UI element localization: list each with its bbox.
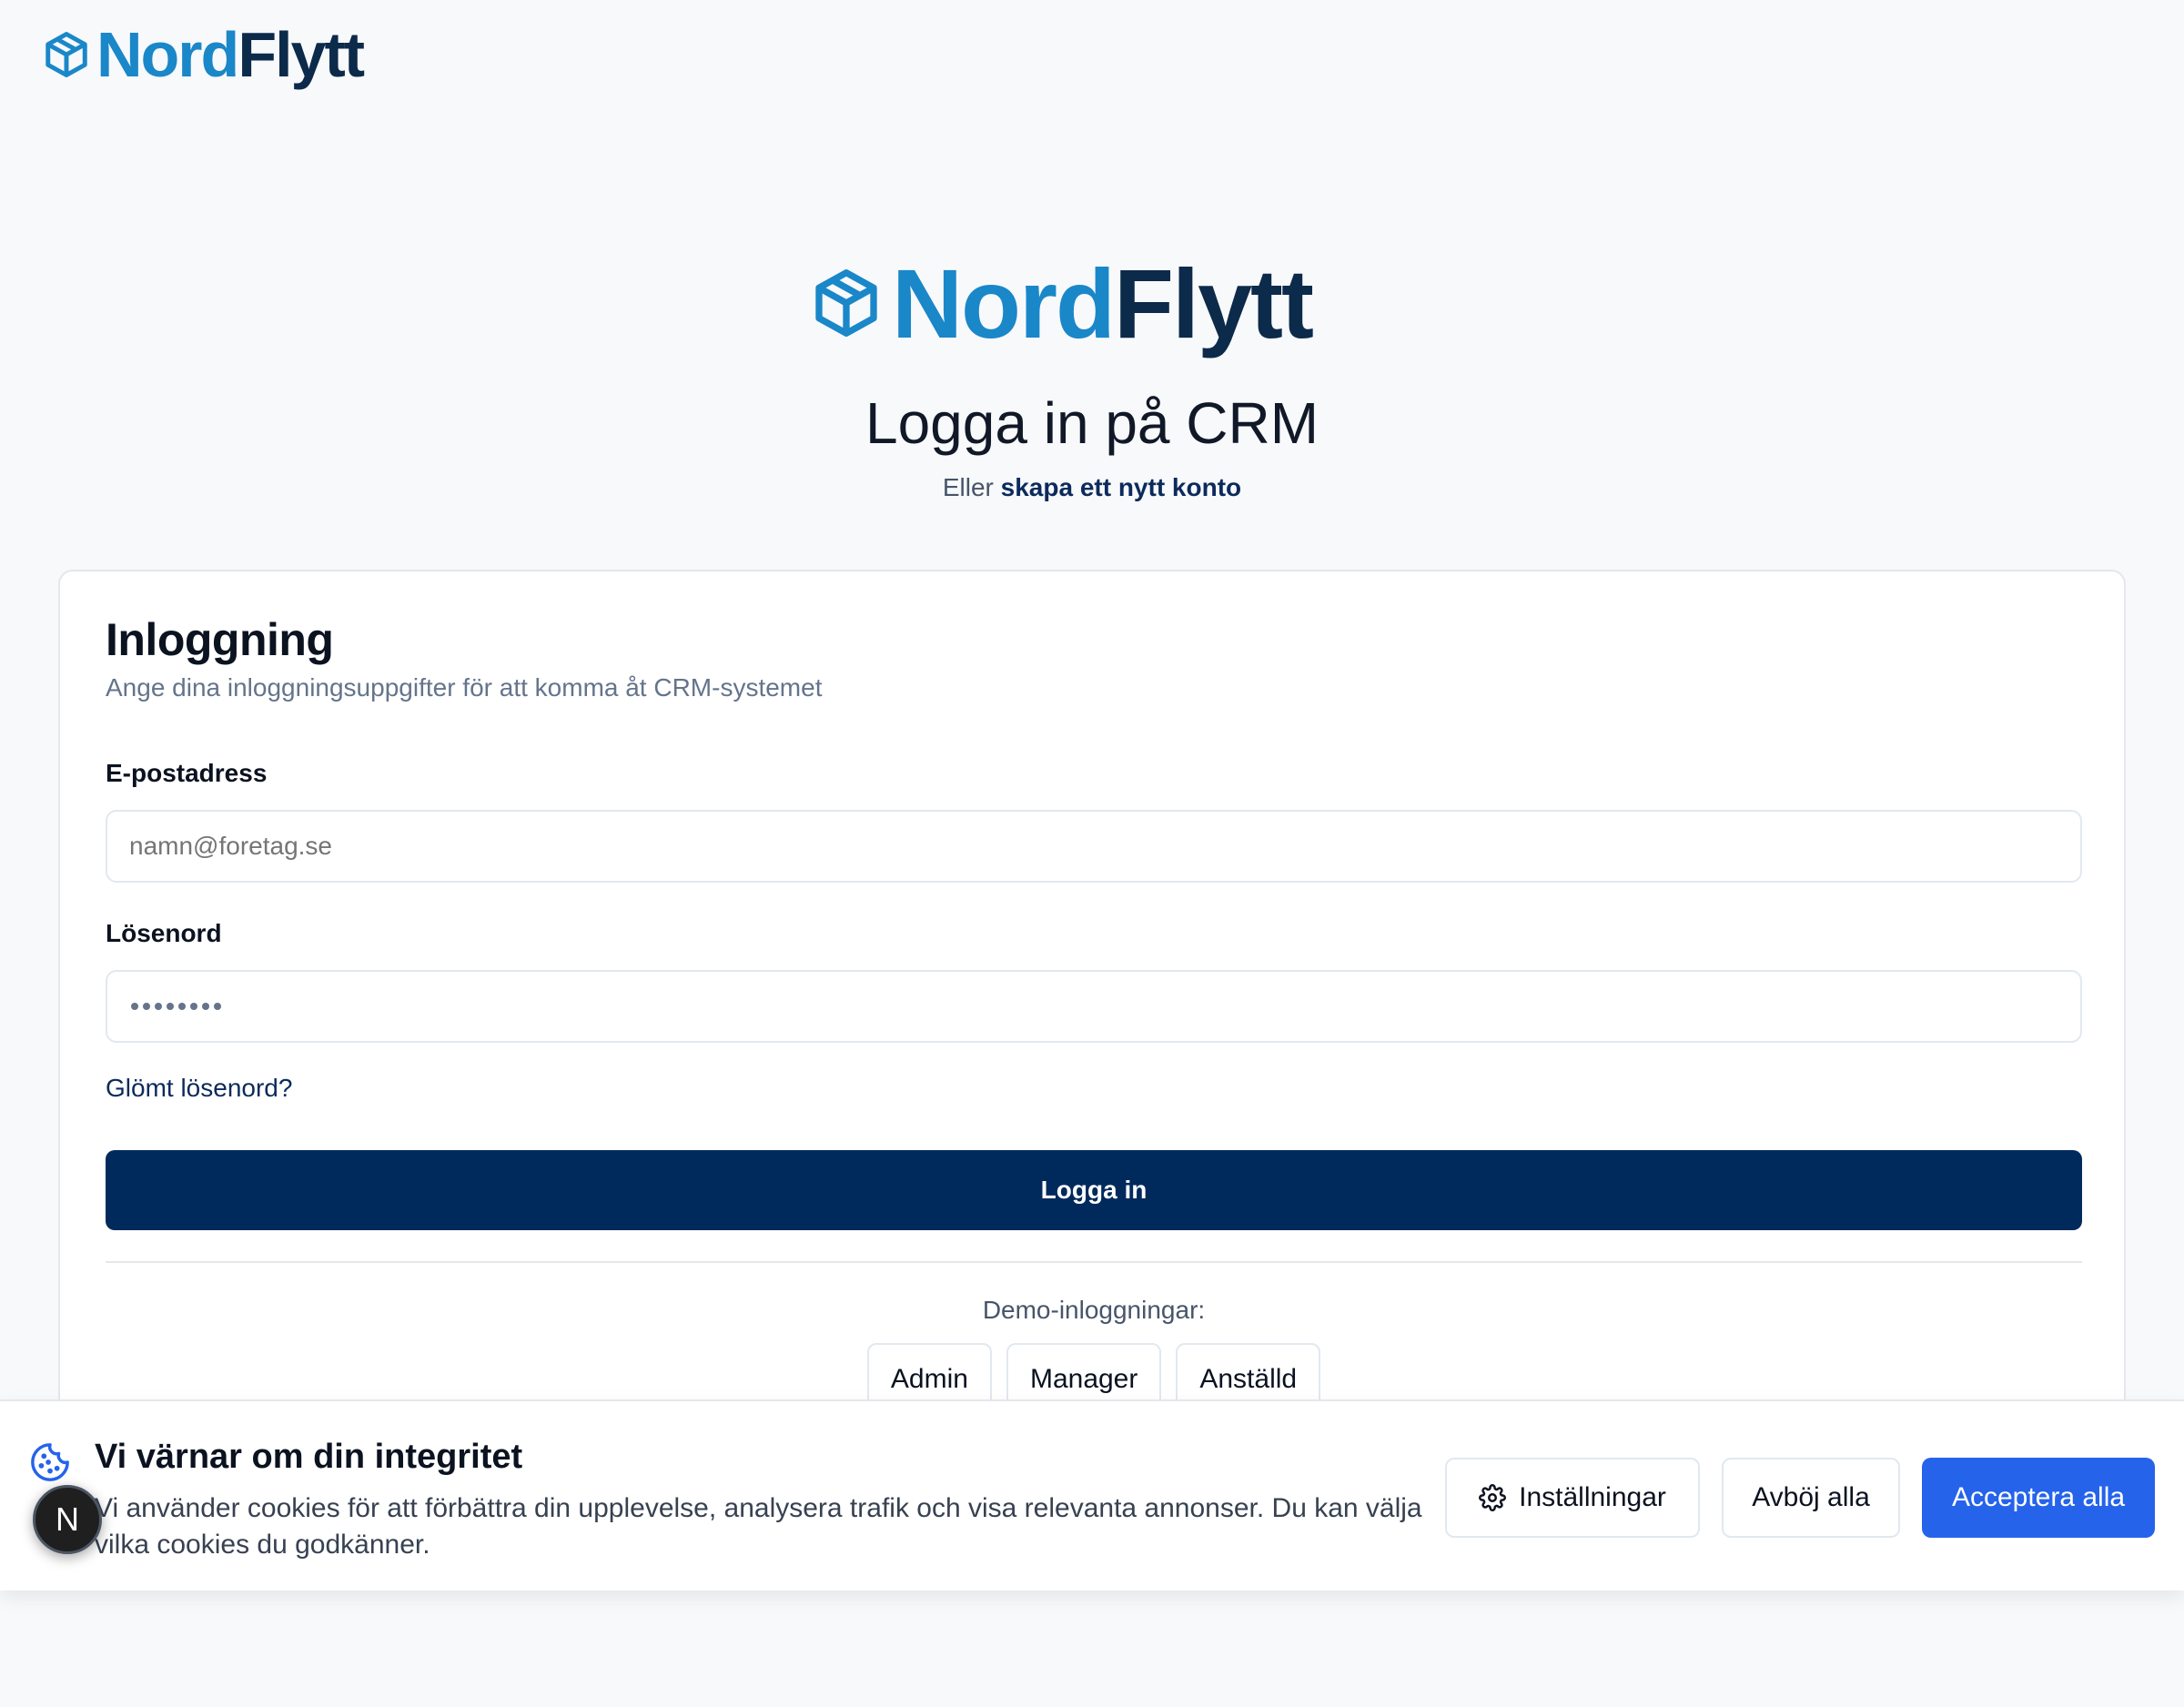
- page-title: Logga in på CRM: [864, 390, 1320, 456]
- subtitle-prefix: Eller: [942, 473, 994, 501]
- cookie-title: Vi värnar om din integritet: [95, 1438, 523, 1476]
- cookie-banner: Vi värnar om din integritet Vi använder …: [0, 1399, 2184, 1591]
- login-card: Inloggning Ange dina inloggningsuppgifte…: [58, 570, 2126, 1480]
- login-button[interactable]: Logga in: [106, 1150, 2082, 1230]
- card-description: Ange dina inloggningsuppgifter för att k…: [106, 673, 823, 702]
- divider: [106, 1261, 2082, 1263]
- logo-flytt-text: Flytt: [238, 19, 365, 90]
- demo-logins-label: Demo-inloggningar:: [982, 1296, 1206, 1324]
- cookie-reject-button[interactable]: Avböj alla: [1722, 1458, 1900, 1538]
- create-account-link[interactable]: skapa ett nytt konto: [1001, 473, 1241, 501]
- cookie-settings-label: Inställningar: [1519, 1482, 1666, 1512]
- gear-icon: [1479, 1484, 1507, 1511]
- center-logo: Nord Flytt: [810, 244, 1314, 362]
- email-label: E-postadress: [106, 759, 268, 787]
- cookie-icon: [31, 1443, 69, 1481]
- dev-tools-badge[interactable]: N: [33, 1485, 102, 1554]
- page-subtitle: Eller skapa ett nytt konto: [0, 473, 2184, 502]
- cookie-text: Vi använder cookies för att förbättra di…: [95, 1493, 1422, 1560]
- cookie-accept-button[interactable]: Acceptera alla: [1922, 1458, 2155, 1538]
- card-title: Inloggning: [106, 614, 334, 665]
- logo-nord-text: Nord: [892, 247, 1116, 359]
- box-icon: [46, 32, 87, 77]
- logo-nord-text: Nord: [96, 19, 239, 90]
- cookie-settings-button[interactable]: Inställningar: [1445, 1458, 1700, 1538]
- password-field[interactable]: [106, 970, 2082, 1043]
- logo-flytt-text: Flytt: [1113, 247, 1314, 359]
- password-label: Lösenord: [106, 919, 222, 947]
- email-field[interactable]: [106, 810, 2082, 883]
- box-icon: [815, 269, 877, 338]
- forgot-password-link[interactable]: Glömt lösenord?: [106, 1074, 292, 1103]
- header-logo[interactable]: Nord Flytt: [42, 18, 365, 91]
